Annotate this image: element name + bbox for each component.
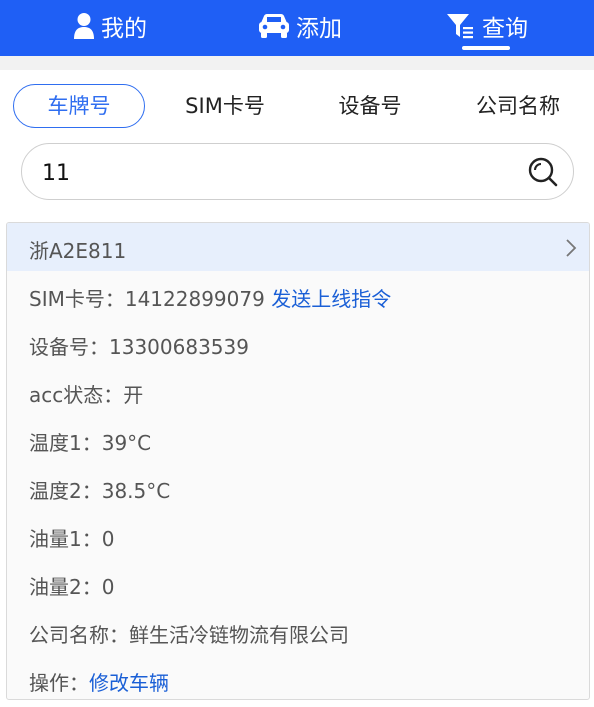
tab-device-number[interactable]: 设备号 bbox=[330, 84, 410, 128]
top-nav-bar: 我的 添加 查询 bbox=[0, 0, 594, 56]
chevron-right-icon[interactable] bbox=[565, 238, 577, 258]
car-icon bbox=[259, 14, 289, 38]
nav-query[interactable]: 查询 bbox=[446, 6, 528, 46]
plate-number: 浙A2E811 bbox=[29, 239, 127, 263]
user-icon bbox=[74, 13, 94, 39]
temp1-label: 温度1： bbox=[29, 431, 102, 455]
search-type-tabs: 车牌号 SIM卡号 设备号 公司名称 bbox=[0, 84, 594, 130]
vehicle-result-card: 浙A2E811 SIM卡号：14122899079 发送上线指令 设备号：133… bbox=[6, 222, 590, 700]
operation-row: 操作：修改车辆 bbox=[29, 667, 169, 696]
send-online-command-link[interactable]: 发送上线指令 bbox=[271, 287, 391, 311]
nav-add[interactable]: 添加 bbox=[258, 6, 342, 46]
divider bbox=[0, 56, 594, 70]
nav-query-label: 查询 bbox=[482, 16, 528, 42]
temp2-value: 38.5°C bbox=[101, 479, 171, 503]
temp1-value: 39°C bbox=[101, 431, 152, 455]
acc-value: 开 bbox=[123, 383, 144, 407]
sim-row: SIM卡号：14122899079 发送上线指令 bbox=[29, 283, 391, 312]
vehicle-card-header[interactable]: 浙A2E811 bbox=[7, 223, 589, 271]
nav-add-label: 添加 bbox=[296, 16, 342, 42]
temp1-row: 温度1：39°C bbox=[29, 427, 151, 456]
operation-label: 操作： bbox=[29, 671, 89, 695]
tab-plate-number[interactable]: 车牌号 bbox=[13, 84, 145, 128]
edit-vehicle-link[interactable]: 修改车辆 bbox=[89, 671, 169, 695]
search-input[interactable] bbox=[40, 156, 514, 190]
search-box bbox=[21, 143, 574, 200]
filter-list-icon bbox=[447, 14, 473, 39]
oil2-value: 0 bbox=[101, 575, 115, 599]
device-label: 设备号： bbox=[29, 335, 109, 359]
nav-me[interactable]: 我的 bbox=[73, 6, 147, 46]
sim-label: SIM卡号： bbox=[29, 287, 125, 311]
oil2-label: 油量2： bbox=[29, 575, 102, 599]
search-icon[interactable] bbox=[527, 156, 559, 188]
device-row: 设备号：13300683539 bbox=[29, 331, 249, 360]
tab-sim-number[interactable]: SIM卡号 bbox=[180, 84, 270, 128]
company-value: 鲜生活冷链物流有限公司 bbox=[129, 623, 349, 647]
active-tab-indicator bbox=[462, 46, 510, 50]
device-value: 13300683539 bbox=[109, 335, 249, 359]
oil1-row: 油量1：0 bbox=[29, 523, 114, 552]
temp2-row: 温度2：38.5°C bbox=[29, 475, 170, 504]
company-row: 公司名称：鲜生活冷链物流有限公司 bbox=[29, 619, 349, 648]
tab-company-name[interactable]: 公司名称 bbox=[468, 84, 568, 128]
oil1-value: 0 bbox=[101, 527, 115, 551]
oil2-row: 油量2：0 bbox=[29, 571, 114, 600]
company-label: 公司名称： bbox=[29, 623, 129, 647]
acc-row: acc状态：开 bbox=[29, 379, 143, 408]
temp2-label: 温度2： bbox=[29, 479, 102, 503]
nav-me-label: 我的 bbox=[101, 16, 147, 42]
acc-label: acc状态： bbox=[29, 383, 124, 407]
sim-value: 14122899079 bbox=[124, 287, 265, 311]
oil1-label: 油量1： bbox=[29, 527, 102, 551]
